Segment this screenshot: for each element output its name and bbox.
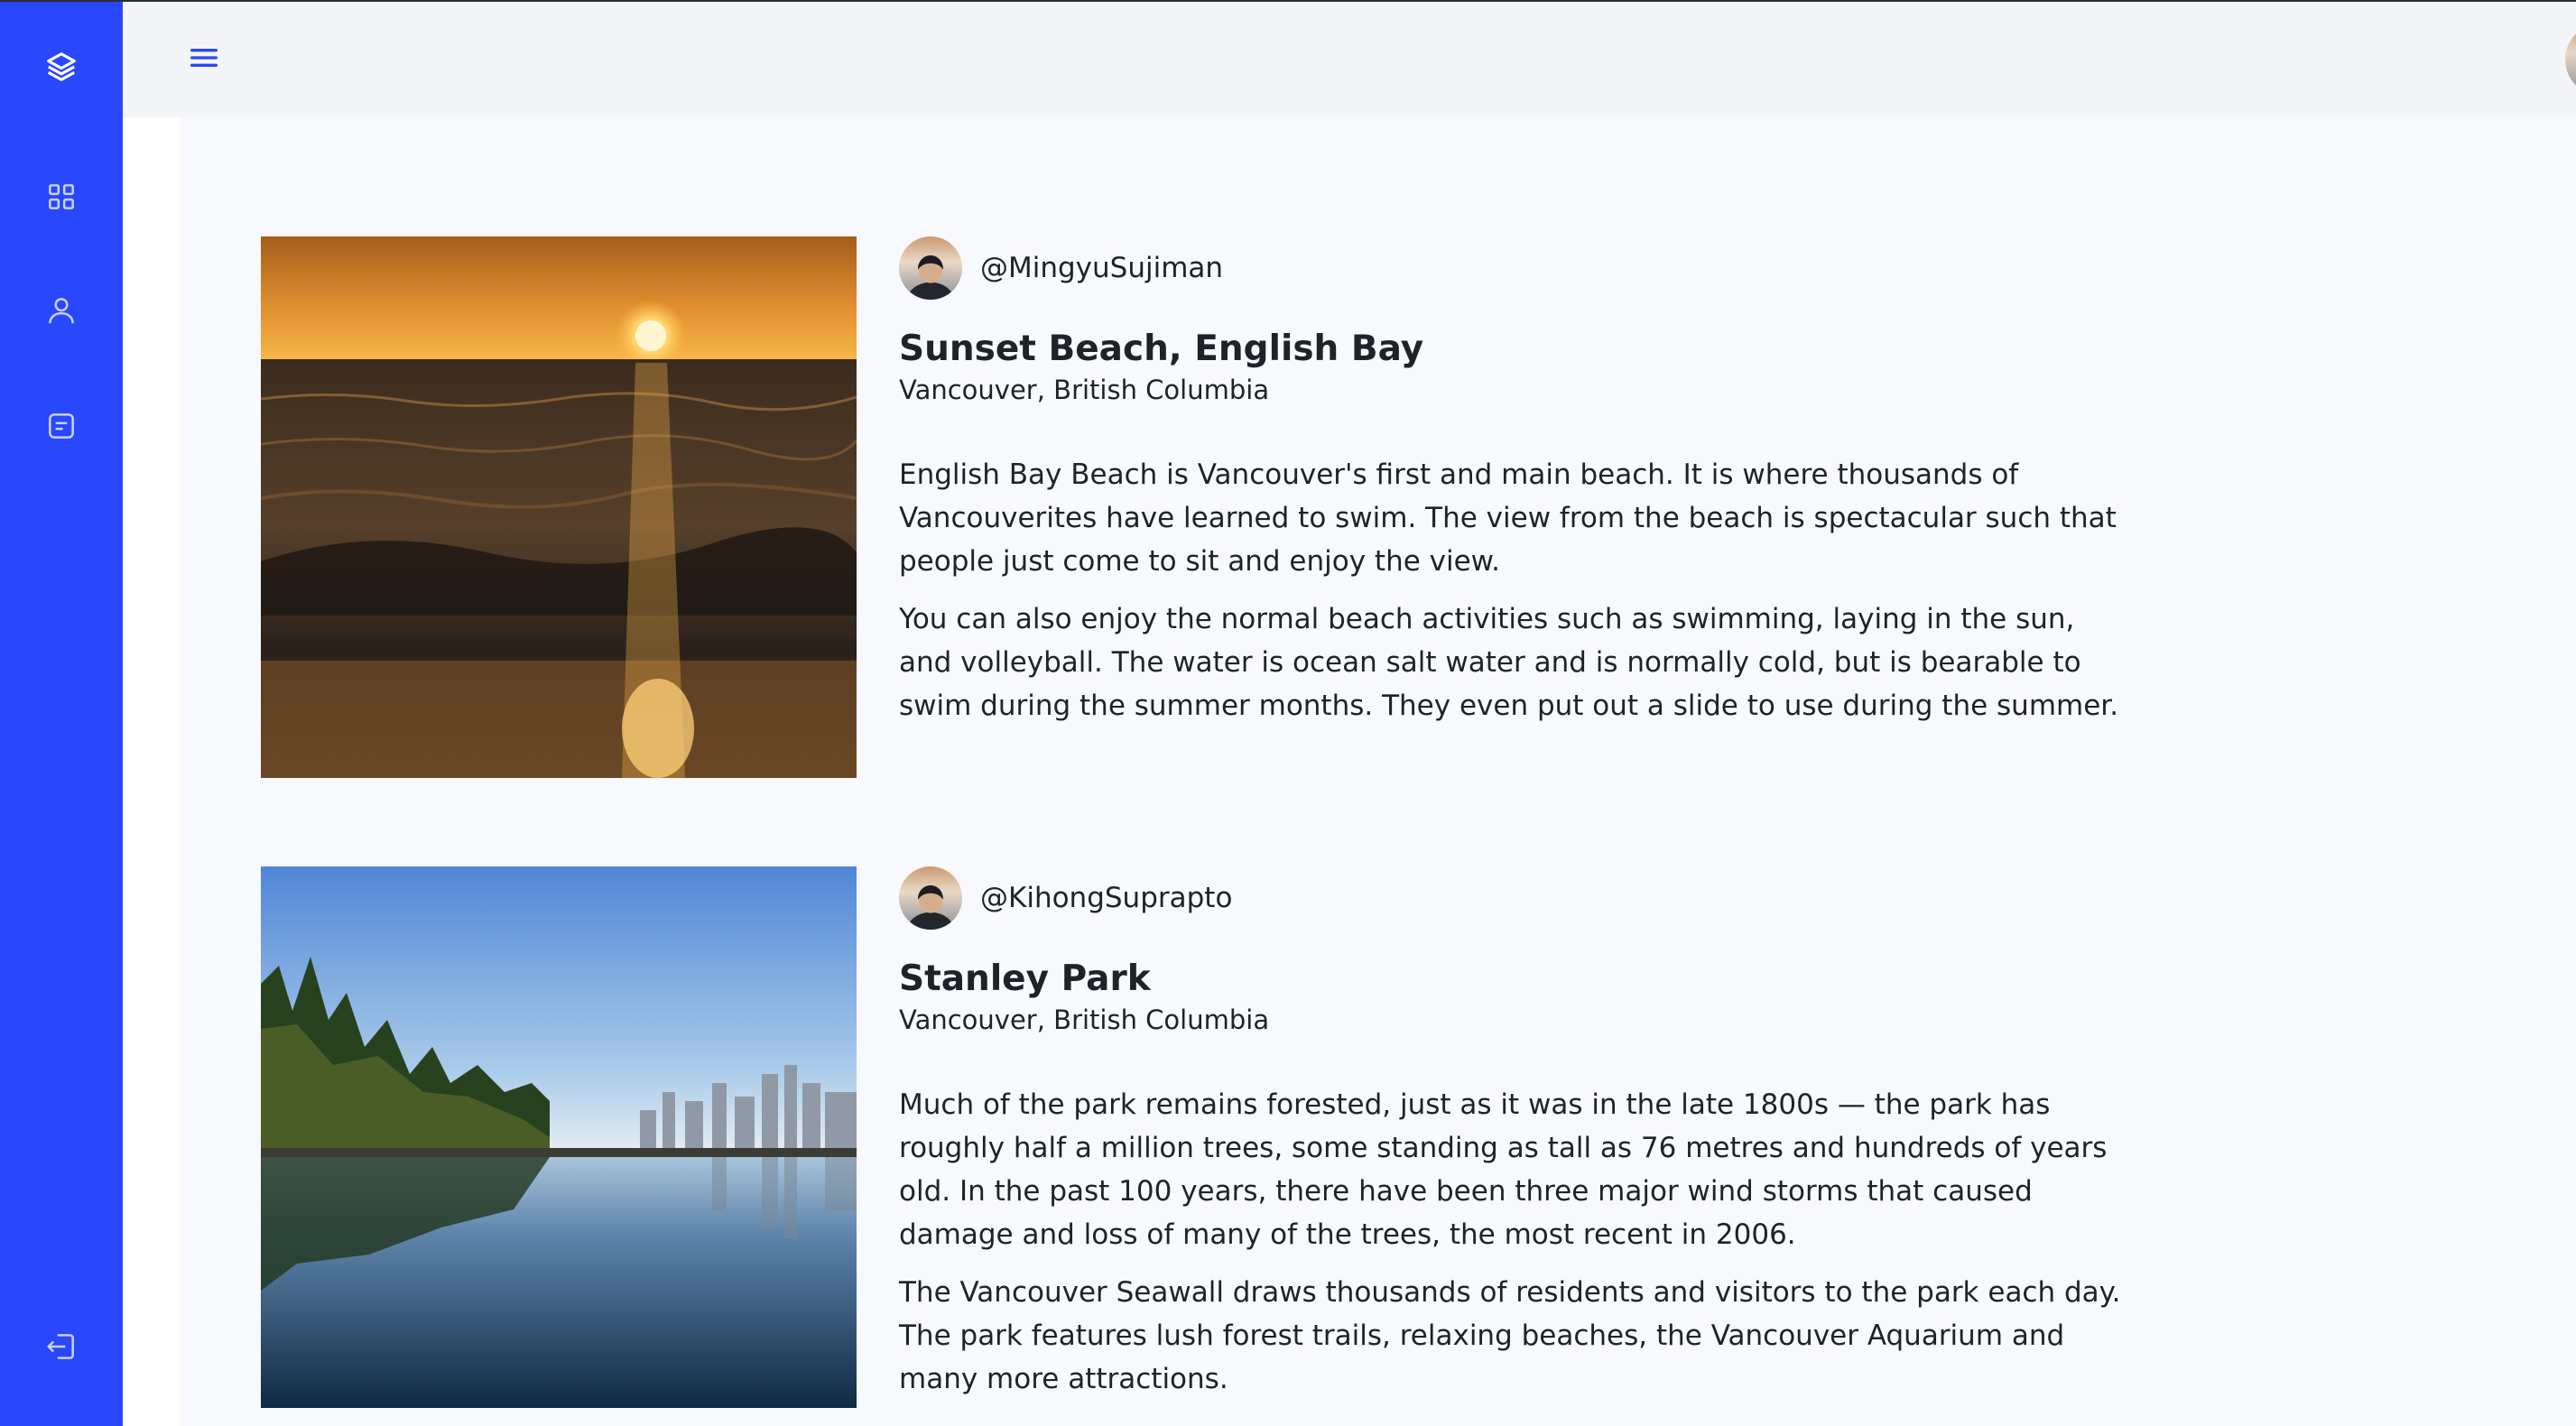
- post-author: @KihongSuprapto: [899, 866, 2127, 930]
- author-username[interactable]: @KihongSuprapto: [980, 882, 1232, 914]
- post-title: Sunset Beach, English Bay: [899, 329, 1424, 369]
- hamburger-menu-icon[interactable]: [186, 40, 222, 76]
- post-location: Vancouver, British Columbia: [899, 375, 1270, 405]
- post-paragraph: English Bay Beach is Vancouver's first a…: [899, 458, 2117, 578]
- sidebar: [0, 2, 123, 1426]
- author-avatar[interactable]: [899, 866, 962, 930]
- layers-icon[interactable]: [43, 49, 79, 85]
- post-title: Stanley Park: [899, 958, 1151, 999]
- top-header: [123, 2, 2576, 117]
- user-icon[interactable]: [43, 292, 79, 329]
- profile-avatar[interactable]: [2565, 23, 2576, 96]
- post-photo-stanley-park[interactable]: [261, 866, 857, 1408]
- logout-icon[interactable]: [43, 1329, 79, 1365]
- post-content: @MingyuSujiman Sunset Beach, English Bay…: [899, 236, 2127, 727]
- post-paragraph: You can also enjoy the normal beach acti…: [899, 603, 2119, 722]
- post-author: @MingyuSujiman: [899, 236, 2127, 300]
- content-gutter: [123, 117, 181, 1426]
- post-location: Vancouver, British Columbia: [899, 1005, 1270, 1035]
- post-photo-sunset-beach[interactable]: [261, 236, 857, 778]
- message-icon[interactable]: [43, 408, 79, 444]
- post-content: @KihongSuprapto Stanley Park Vancouver, …: [899, 866, 2127, 1401]
- author-username[interactable]: @MingyuSujiman: [980, 252, 1223, 284]
- post-paragraph: The Vancouver Seawall draws thousands of…: [899, 1276, 2121, 1395]
- post-paragraph: Much of the park remains forested, just …: [899, 1088, 2108, 1251]
- grid-icon[interactable]: [43, 179, 79, 215]
- author-avatar[interactable]: [899, 236, 962, 300]
